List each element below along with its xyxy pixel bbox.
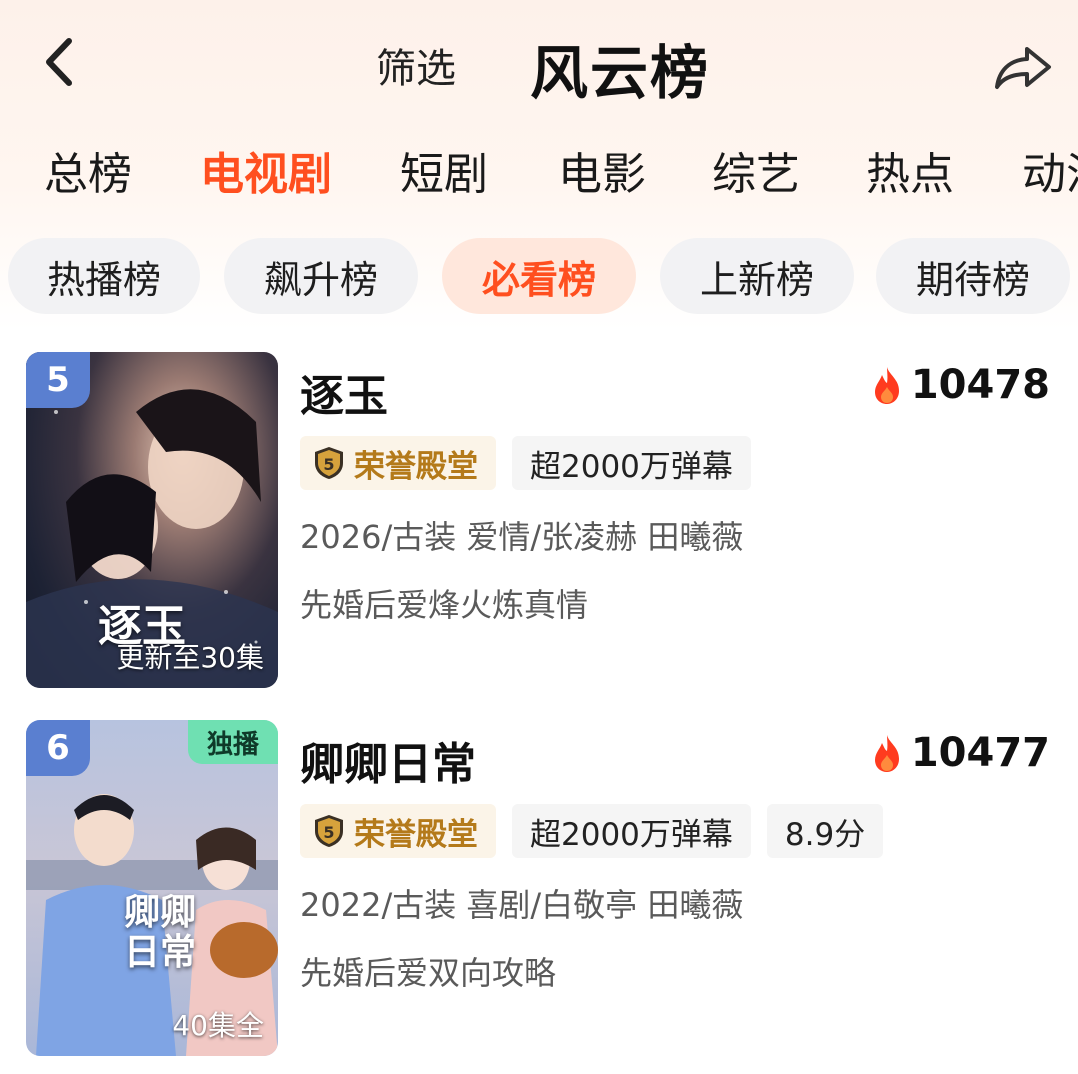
back-button[interactable]	[30, 30, 86, 94]
drama-meta: 2026/古装 爱情/张凌赫 田曦薇	[300, 518, 744, 556]
subtab-rising[interactable]: 飙升榜	[224, 238, 418, 314]
tag-row: 5 荣誉殿堂 超2000万弹幕 8.9分	[300, 804, 884, 858]
drama-title[interactable]: 卿卿日常	[300, 728, 476, 792]
shield-badge-icon: 5	[315, 815, 343, 847]
subtab-hot-play[interactable]: 热播榜	[8, 238, 200, 314]
heat-value: 10477	[910, 730, 1050, 776]
svg-text:5: 5	[323, 823, 334, 842]
subtab-anticipated[interactable]: 期待榜	[876, 238, 1070, 314]
tab-movie[interactable]: 电影	[558, 138, 646, 202]
chevron-left-icon	[46, 38, 72, 86]
drama-title[interactable]: 逐玉	[300, 360, 388, 424]
top-bar: 筛选 风云榜	[0, 0, 1078, 130]
exclusive-badge: 独播	[188, 720, 278, 764]
poster-title-text: 卿卿日常	[124, 891, 197, 973]
rating-tag: 8.9分	[766, 804, 884, 858]
list-item[interactable]: 逐玉 5 更新至30集 逐玉 10478 5 荣誉殿堂 超2000万弹幕 202…	[0, 352, 1078, 692]
honor-label: 荣誉殿堂	[354, 816, 478, 853]
tab-hot[interactable]: 热点	[866, 138, 954, 202]
subtab-new[interactable]: 上新榜	[660, 238, 854, 314]
svg-text:5: 5	[323, 455, 334, 474]
rank-badge: 5	[26, 352, 90, 408]
tab-anime[interactable]: 动漫	[1022, 138, 1078, 202]
subtab-must-watch[interactable]: 必看榜	[442, 238, 636, 314]
honor-label: 荣誉殿堂	[354, 448, 478, 485]
episode-status: 40集全	[172, 1009, 264, 1042]
danmaku-tag: 超2000万弹幕	[512, 804, 751, 858]
list-item[interactable]: 卿卿日常 6 独播 40集全 卿卿日常 10477 5 荣誉殿堂 超2000万弹…	[0, 720, 1078, 1060]
tag-row: 5 荣誉殿堂 超2000万弹幕	[300, 436, 751, 490]
honor-tag: 5 荣誉殿堂	[300, 804, 496, 858]
page-title: 风云榜	[530, 39, 711, 107]
tab-tv-series[interactable]: 电视剧	[200, 138, 332, 202]
poster-image[interactable]: 卿卿日常 6 独播 40集全	[26, 720, 278, 1056]
category-tab-bar: 总榜 电视剧 短剧 电影 综艺 热点 动漫	[0, 138, 1078, 208]
drama-description: 先婚后爱双向攻略	[300, 954, 557, 992]
flame-icon	[874, 367, 899, 404]
flame-icon	[874, 735, 899, 772]
share-arrow-icon	[995, 47, 1051, 89]
tab-short-drama[interactable]: 短剧	[400, 138, 488, 202]
sub-tab-bar: 热播榜 飙升榜 必看榜 上新榜 期待榜	[0, 238, 1078, 316]
tab-zongbang[interactable]: 总榜	[44, 138, 132, 202]
share-button[interactable]	[990, 38, 1056, 98]
drama-meta: 2022/古装 喜剧/白敬亭 田曦薇	[300, 886, 744, 924]
heat-score: 10477	[871, 730, 1050, 776]
heat-score: 10478	[871, 362, 1050, 408]
shield-badge-icon: 5	[315, 447, 343, 479]
filter-button[interactable]: 筛选	[376, 36, 456, 94]
tab-variety[interactable]: 综艺	[712, 138, 800, 202]
drama-description: 先婚后爱烽火炼真情	[300, 586, 589, 624]
poster-image[interactable]: 逐玉 5 更新至30集	[26, 352, 278, 688]
heat-value: 10478	[910, 362, 1050, 408]
rank-badge: 6	[26, 720, 90, 776]
honor-tag: 5 荣誉殿堂	[300, 436, 496, 490]
episode-status: 更新至30集	[116, 641, 264, 674]
danmaku-tag: 超2000万弹幕	[512, 436, 751, 490]
